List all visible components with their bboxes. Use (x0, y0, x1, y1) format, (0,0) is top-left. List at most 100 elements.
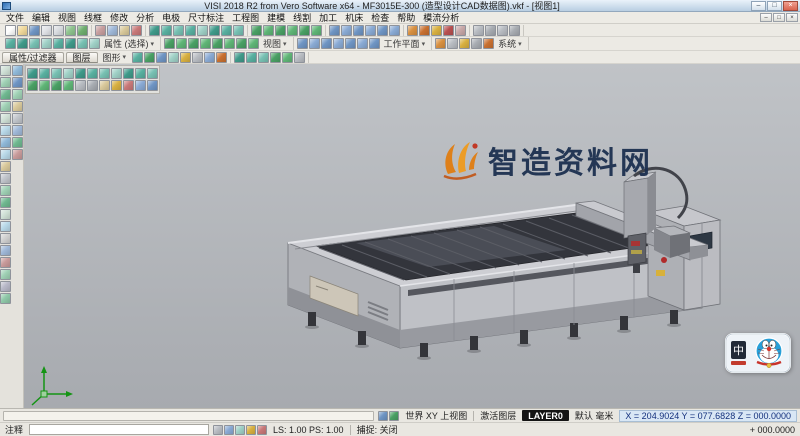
status-view-icon[interactable] (378, 410, 389, 421)
doc-restore-button[interactable]: □ (773, 13, 785, 22)
save-icon[interactable] (29, 24, 40, 36)
view-front-icon[interactable] (188, 38, 200, 49)
extend-icon[interactable] (0, 185, 12, 196)
filters-icon[interactable] (485, 24, 496, 36)
zoom-extents-icon[interactable] (149, 24, 160, 36)
transparent-icon[interactable] (63, 68, 74, 79)
arc-tool-icon[interactable] (0, 89, 12, 100)
status-layer-icon[interactable] (389, 410, 400, 421)
color-icon[interactable] (123, 80, 134, 91)
menu-item[interactable]: 尺寸标注 (184, 11, 228, 24)
workplane-face-icon[interactable] (344, 38, 356, 49)
linetype-icon[interactable] (135, 80, 146, 91)
help-icon[interactable] (509, 24, 520, 36)
mesh-icon[interactable] (11, 125, 23, 136)
workplane-3pt-icon[interactable] (332, 38, 344, 49)
group-icon[interactable] (51, 80, 62, 91)
menu-item[interactable]: 加工 (315, 11, 341, 24)
macro-icon[interactable] (483, 38, 495, 49)
front-view-icon[interactable] (99, 68, 110, 79)
feature-icon[interactable] (11, 89, 23, 100)
view-bottom-icon[interactable] (236, 38, 248, 49)
settings-icon[interactable] (497, 24, 508, 36)
text-tool-icon[interactable] (0, 281, 12, 292)
polyline-icon[interactable] (299, 24, 310, 36)
close-button[interactable]: × (783, 0, 798, 11)
section-icon[interactable] (419, 24, 430, 36)
report-icon[interactable] (455, 24, 466, 36)
note-input[interactable] (29, 424, 210, 435)
invert-selection-icon[interactable] (77, 38, 88, 49)
units-indicator[interactable]: 默认 毫米 (573, 409, 616, 422)
system-dropdown[interactable]: 系统 ▾ (495, 37, 525, 50)
curvature-icon[interactable] (443, 24, 454, 36)
top-view-icon[interactable] (87, 68, 98, 79)
show-all-icon[interactable] (87, 80, 98, 91)
workplane-xy-icon[interactable] (296, 38, 308, 49)
rotate-view-icon[interactable] (209, 24, 220, 36)
select-layer-icon[interactable] (53, 38, 64, 49)
spline-tool-icon[interactable] (0, 149, 12, 160)
menu-item[interactable]: 线框 (80, 11, 106, 24)
menu-item[interactable]: 电极 (158, 11, 184, 24)
scale-indicator[interactable]: LS: 1.00 PS: 1.00 (271, 425, 346, 435)
chamfer-icon[interactable] (389, 24, 400, 36)
light-icon[interactable] (180, 51, 192, 63)
line-tool-icon[interactable] (0, 77, 12, 88)
sheetmetal-icon[interactable] (11, 113, 23, 124)
layer-off-icon[interactable] (39, 80, 50, 91)
dimension-tool-icon[interactable] (0, 293, 12, 304)
offset-icon[interactable] (0, 161, 12, 172)
hide-icon[interactable] (75, 80, 86, 91)
chamfer-tool-icon[interactable] (0, 209, 12, 220)
assembly-icon[interactable] (11, 101, 23, 112)
paste-icon[interactable] (119, 24, 130, 36)
rotate-tool-icon[interactable] (0, 245, 12, 256)
snap-icon[interactable] (459, 38, 471, 49)
array-icon[interactable] (0, 269, 12, 280)
doc-close-button[interactable]: × (786, 13, 798, 22)
menu-item[interactable]: 修改 (106, 11, 132, 24)
ungroup-icon[interactable] (63, 80, 74, 91)
side-view-icon[interactable] (111, 68, 122, 79)
previous-view-icon[interactable] (270, 51, 282, 63)
zoom-in-icon[interactable] (173, 24, 184, 36)
workplane-dropdown[interactable]: 工作平面 ▾ (381, 37, 429, 50)
line-icon[interactable] (251, 24, 262, 36)
view-indicator[interactable]: 世界 XY 上视图 (403, 409, 469, 422)
curve-icon[interactable] (11, 137, 23, 148)
3d-viewport[interactable]: 智造资料网 中 (24, 64, 800, 408)
surface-icon[interactable] (11, 65, 23, 76)
workplane-rotate-icon[interactable] (356, 38, 368, 49)
point-icon[interactable] (0, 65, 12, 76)
tracking-icon[interactable] (257, 424, 268, 435)
menu-item[interactable]: 帮助 (393, 11, 419, 24)
machine-3d-model[interactable] (287, 166, 722, 360)
circle-icon[interactable] (275, 24, 286, 36)
render-hidden-icon[interactable] (156, 51, 168, 63)
solid-icon[interactable] (11, 77, 23, 88)
background-icon[interactable] (192, 51, 204, 63)
menu-item[interactable]: 线割 (289, 11, 315, 24)
minimize-button[interactable]: – (751, 0, 766, 11)
extrude-icon[interactable] (329, 24, 340, 36)
tab-properties-filter[interactable]: 属性/过滤器 (2, 51, 64, 63)
workplane-xz-icon[interactable] (308, 38, 320, 49)
system-settings-icon[interactable] (435, 38, 447, 49)
layer-on-icon[interactable] (27, 80, 38, 91)
lock-icon[interactable] (99, 80, 110, 91)
shade-icon[interactable] (27, 68, 38, 79)
select-type-icon[interactable] (65, 38, 76, 49)
arc-icon[interactable] (263, 24, 274, 36)
polygon-icon[interactable] (0, 137, 12, 148)
view-top-icon[interactable] (176, 38, 188, 49)
view-iso-icon[interactable] (164, 38, 176, 49)
layer-badge[interactable]: LAYER0 (522, 410, 569, 421)
delete-icon[interactable] (131, 24, 142, 36)
analysis-tool-icon[interactable] (11, 149, 23, 160)
menu-item[interactable]: 文件 (2, 11, 28, 24)
render-shaded-icon[interactable] (132, 51, 144, 63)
note-icon[interactable] (213, 424, 224, 435)
menu-item[interactable]: 视图 (54, 11, 80, 24)
view-back-icon[interactable] (212, 38, 224, 49)
